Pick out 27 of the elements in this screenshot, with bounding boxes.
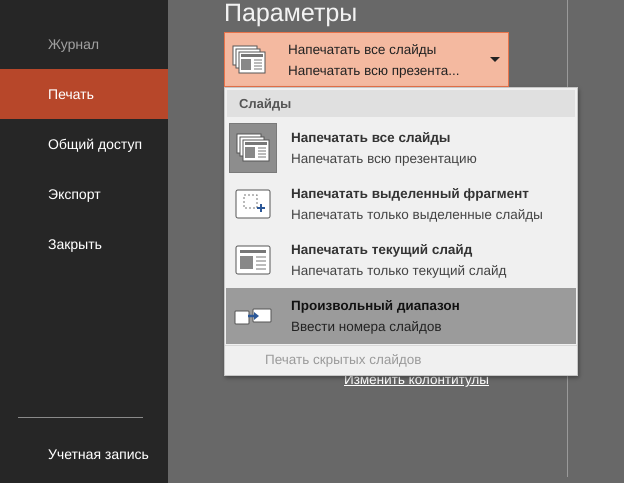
slides-stack-icon — [236, 133, 270, 163]
option-title: Напечатать все слайды — [291, 130, 452, 145]
menu-item[interactable]: Напечатать выделенный фрагмент Напечатать только выделенные слайды — [226, 176, 576, 232]
sidebar-item[interactable]: Учетная запись — [0, 428, 168, 483]
slide-range-icon — [234, 307, 272, 325]
sidebar-item[interactable]: Экспорт — [0, 169, 168, 219]
option-description: Напечатать всю презентацию — [291, 151, 477, 166]
option-description: Ввести номера слайдов — [291, 319, 443, 334]
menu-item[interactable]: Напечатать все слайды Напечатать всю презентацию — [226, 120, 576, 176]
selection-plus-icon — [235, 189, 271, 219]
menu-header: Слайды — [227, 90, 575, 117]
option-title: Напечатать текущий слайд — [291, 242, 474, 257]
option-title: Произвольный диапазон — [291, 298, 460, 313]
dropdown-arrow-icon — [490, 57, 500, 62]
section-title: Параметры — [224, 0, 358, 29]
slides-stack-icon — [232, 44, 266, 74]
slide-layout-icon — [235, 245, 271, 275]
sidebar-item[interactable]: Общий доступ — [0, 119, 168, 169]
option-title: Напечатать выделенный фрагмент — [291, 186, 530, 201]
menu-item[interactable]: Произвольный диапазон Ввести номера слайдов — [226, 288, 576, 344]
print-range-dropdown[interactable]: Напечатать все слайды Напечатать всю презента... — [224, 32, 509, 87]
edit-header-footer-link[interactable]: Изменить колонтитулы — [344, 372, 489, 387]
option-description: Напечатать только выделенные слайды — [291, 207, 543, 222]
sidebar-item[interactable]: Печать — [0, 69, 168, 119]
option-description: Напечатать только текущий слайд — [291, 263, 506, 278]
sidebar-item[interactable]: Закрыть — [0, 219, 168, 269]
menu-item[interactable]: Напечатать текущий слайд Напечатать только текущий слайд — [226, 232, 576, 288]
